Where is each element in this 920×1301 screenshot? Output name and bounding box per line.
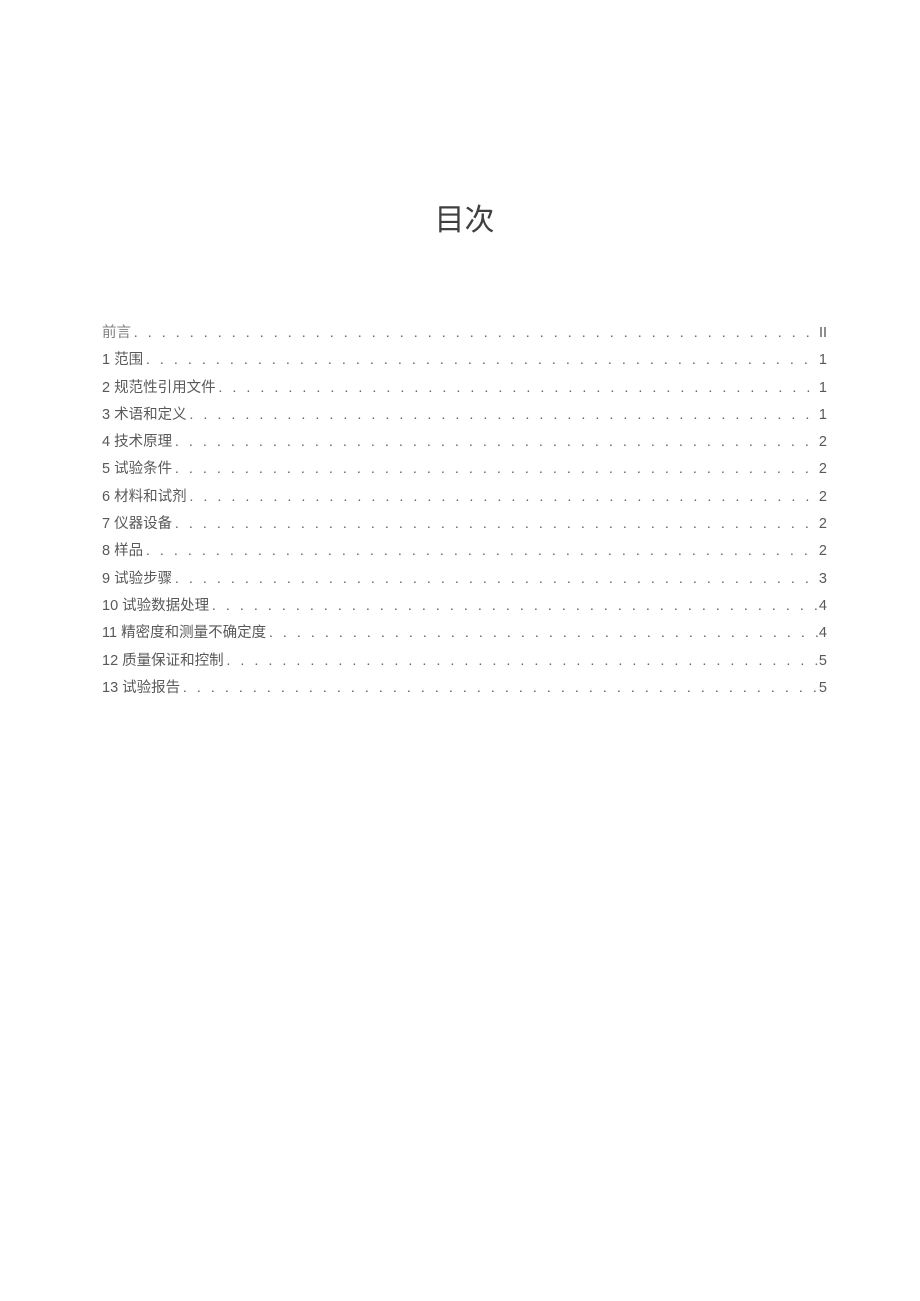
toc-entry-label: 12 质量保证和控制	[102, 654, 224, 669]
toc-entry-label: 3 术语和定义	[102, 408, 187, 423]
toc-entry-number: 3	[102, 407, 114, 423]
toc-entry-page: 2	[819, 490, 827, 505]
toc-dots	[172, 573, 819, 587]
toc-entry-page: 3	[819, 572, 827, 587]
toc-entry-text: 规范性引用文件	[114, 380, 216, 396]
toc-entry: 5 试验条件 2	[102, 462, 827, 477]
toc-entry-number: 10	[102, 598, 122, 614]
toc-entry: 2 规范性引用文件 1	[102, 381, 827, 396]
toc-entry: 4 技术原理 2	[102, 435, 827, 450]
toc-entry-text: 试验数据处理	[122, 598, 209, 614]
toc-entry-number: 6	[102, 489, 114, 505]
toc-dots	[172, 436, 819, 450]
toc-dots	[131, 327, 819, 341]
toc-entry-page: 4	[819, 626, 827, 641]
toc-dots	[180, 682, 819, 696]
toc-entry-label: 10 试验数据处理	[102, 599, 209, 614]
toc-entry-label: 9 试验步骤	[102, 572, 172, 587]
toc-entry-number: 8	[102, 543, 114, 559]
toc-entry-text: 试验报告	[122, 680, 180, 696]
toc-entry-page: 2	[819, 517, 827, 532]
toc-entry-text: 试验步骤	[114, 571, 172, 587]
toc-dots	[224, 655, 819, 669]
toc-entry: 12 质量保证和控制 5	[102, 654, 827, 669]
toc-entry-label: 1 范围	[102, 353, 143, 368]
toc-entry-text: 术语和定义	[114, 407, 187, 423]
toc-entry-number: 1	[102, 352, 114, 368]
toc-entry-text: 试验条件	[114, 461, 172, 477]
toc-entry: 7 仪器设备 2	[102, 517, 827, 532]
toc-entry-page: 4	[819, 599, 827, 614]
toc-dots	[143, 545, 819, 559]
toc-entry-text: 范围	[114, 352, 143, 368]
toc-entry-number: 9	[102, 571, 114, 587]
toc-entry-number: 2	[102, 380, 114, 396]
toc-entry-label: 2 规范性引用文件	[102, 381, 216, 396]
toc-entry-page: 5	[819, 681, 827, 696]
toc-entry-text: 精密度和测量不确定度	[121, 625, 266, 641]
toc-dots	[187, 491, 819, 505]
toc-title: 目次	[102, 195, 827, 239]
toc-entry-number: 7	[102, 516, 114, 532]
toc-dots	[266, 627, 819, 641]
toc-entry-number: 12	[102, 653, 122, 669]
toc-entry: 13 试验报告 5	[102, 681, 827, 696]
toc-entry: 8 样品 2	[102, 544, 827, 559]
toc-entry-number: 11	[102, 625, 121, 641]
toc-entry-label: 4 技术原理	[102, 435, 172, 450]
toc-entry-page: 2	[819, 544, 827, 559]
toc-entry: 3 术语和定义 1	[102, 408, 827, 423]
toc-entry-label: 前言	[102, 326, 131, 341]
toc-entry-label: 6 材料和试剂	[102, 490, 187, 505]
toc-entry-text: 材料和试剂	[114, 489, 187, 505]
toc-entry: 6 材料和试剂 2	[102, 490, 827, 505]
toc-dots	[209, 600, 819, 614]
toc-entry-label: 8 样品	[102, 544, 143, 559]
toc-entry-number: 13	[102, 680, 122, 696]
toc-entry-label: 7 仪器设备	[102, 517, 172, 532]
toc-entry-page: 1	[819, 408, 827, 423]
toc-entry-page: 1	[819, 353, 827, 368]
toc-entry: 11 精密度和测量不确定度 4	[102, 626, 827, 641]
toc-entry-page: 2	[819, 435, 827, 450]
toc-entry: 前言 II	[102, 326, 827, 341]
toc-entry: 9 试验步骤 3	[102, 572, 827, 587]
toc-entry-text: 样品	[114, 543, 143, 559]
toc-entry-text: 仪器设备	[114, 516, 172, 532]
toc-dots	[172, 463, 819, 477]
toc-entry: 10 试验数据处理 4	[102, 599, 827, 614]
toc-entry-text: 技术原理	[114, 434, 172, 450]
toc-entry-label: 5 试验条件	[102, 462, 172, 477]
toc-dots	[216, 382, 819, 396]
toc-entry-page: 1	[819, 381, 827, 396]
toc-entry-text: 质量保证和控制	[122, 653, 224, 669]
table-of-contents: 前言II1 范围12 规范性引用文件13 术语和定义14 技术原理25 试验条件…	[102, 326, 827, 696]
toc-entry-page: II	[819, 326, 827, 341]
toc-dots	[143, 354, 819, 368]
toc-entry-page: 2	[819, 462, 827, 477]
toc-entry: 1 范围1	[102, 353, 827, 368]
toc-entry-label: 13 试验报告	[102, 681, 180, 696]
toc-entry-page: 5	[819, 654, 827, 669]
toc-entry-number: 5	[102, 461, 114, 477]
toc-entry-label: 11 精密度和测量不确定度	[102, 626, 266, 641]
document-page: 目次 前言II1 范围12 规范性引用文件13 术语和定义14 技术原理25 试…	[0, 0, 920, 696]
toc-dots	[187, 409, 819, 423]
toc-entry-number: 4	[102, 434, 114, 450]
toc-dots	[172, 518, 819, 532]
